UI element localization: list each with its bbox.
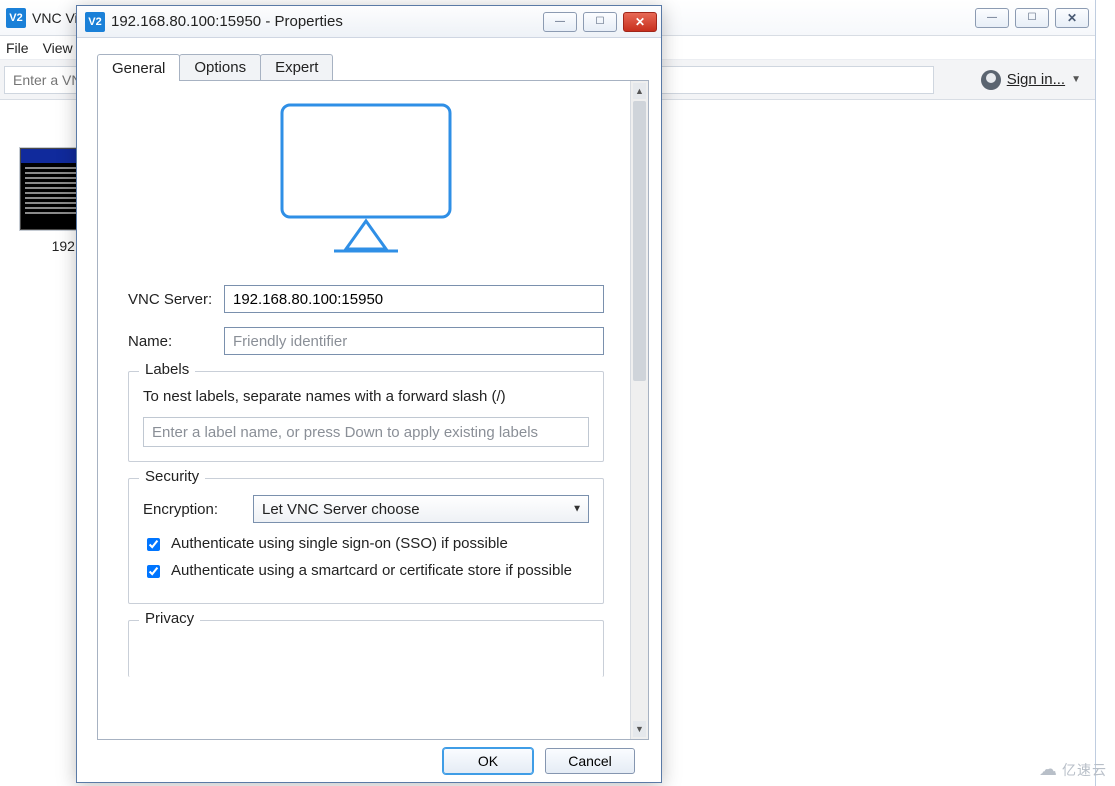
labels-input[interactable] — [143, 417, 589, 447]
privacy-legend: Privacy — [139, 610, 200, 627]
properties-dialog: V2 192.168.80.100:15950 - Properties — ☐… — [76, 5, 662, 783]
tab-general[interactable]: General — [97, 54, 180, 81]
scroll-down-icon[interactable]: ▼ — [633, 721, 646, 737]
menu-view[interactable]: View — [43, 40, 73, 56]
watermark: ☁ 亿速云 — [1039, 759, 1107, 780]
minimize-icon: — — [987, 12, 997, 23]
privacy-fieldset: Privacy — [128, 620, 604, 677]
tab-options[interactable]: Options — [179, 54, 261, 80]
security-legend: Security — [139, 468, 205, 485]
sso-label: Authenticate using single sign-on (SSO) … — [171, 535, 508, 552]
encryption-label: Encryption: — [143, 501, 253, 518]
chevron-down-icon: ▼ — [1071, 74, 1081, 85]
encryption-select[interactable]: Let VNC Server choose ▼ — [253, 495, 589, 523]
close-button[interactable]: ✕ — [1055, 8, 1089, 28]
minimize-button[interactable]: — — [975, 8, 1009, 28]
maximize-icon: ☐ — [1028, 12, 1037, 23]
cancel-button[interactable]: Cancel — [545, 748, 635, 774]
labels-legend: Labels — [139, 361, 195, 378]
tabstrip: General Options Expert — [97, 52, 649, 80]
sso-checkbox[interactable] — [147, 538, 160, 551]
signin-group[interactable]: Sign in... ▼ — [981, 70, 1091, 90]
dialog-button-bar: OK Cancel — [97, 740, 649, 782]
watermark-text: 亿速云 — [1062, 760, 1107, 780]
security-fieldset: Security Encryption: Let VNC Server choo… — [128, 478, 604, 604]
scroll-thumb[interactable] — [633, 101, 646, 381]
name-input[interactable] — [224, 327, 604, 355]
dialog-close-button[interactable]: ✕ — [623, 12, 657, 32]
dialog-titlebar[interactable]: V2 192.168.80.100:15950 - Properties — ☐… — [77, 6, 661, 38]
smartcard-checkbox[interactable] — [147, 565, 160, 578]
maximize-button[interactable]: ☐ — [1015, 8, 1049, 28]
name-label: Name: — [128, 333, 224, 350]
scroll-up-icon[interactable]: ▲ — [633, 83, 646, 99]
labels-help-text: To nest labels, separate names with a fo… — [143, 388, 589, 405]
main-window-controls: — ☐ ✕ — [975, 8, 1089, 28]
vnc-server-label: VNC Server: — [128, 291, 224, 308]
close-icon: ✕ — [1067, 11, 1077, 25]
ok-button[interactable]: OK — [443, 748, 533, 774]
cloud-icon: ☁ — [1039, 759, 1058, 780]
maximize-icon: ☐ — [596, 16, 605, 27]
dialog-maximize-button[interactable]: ☐ — [583, 12, 617, 32]
minimize-icon: — — [555, 16, 565, 27]
tab-expert[interactable]: Expert — [260, 54, 333, 80]
app-icon: V2 — [6, 8, 26, 28]
dialog-title: 192.168.80.100:15950 - Properties — [111, 13, 343, 30]
dialog-minimize-button[interactable]: — — [543, 12, 577, 32]
smartcard-label: Authenticate using a smartcard or certif… — [171, 562, 572, 579]
app-icon: V2 — [85, 12, 105, 32]
monitor-icon — [276, 99, 456, 259]
tab-page-general: VNC Server: Name: Labels To nest labels,… — [97, 80, 649, 740]
scrollbar[interactable]: ▲ ▼ — [630, 81, 648, 739]
encryption-value: Let VNC Server choose — [262, 501, 420, 518]
menu-file[interactable]: File — [6, 40, 29, 56]
signin-label: Sign in... — [1007, 71, 1065, 88]
chevron-down-icon: ▼ — [572, 504, 582, 515]
vnc-server-input[interactable] — [224, 285, 604, 313]
labels-fieldset: Labels To nest labels, separate names wi… — [128, 371, 604, 462]
close-icon: ✕ — [635, 15, 645, 29]
avatar-icon — [981, 70, 1001, 90]
